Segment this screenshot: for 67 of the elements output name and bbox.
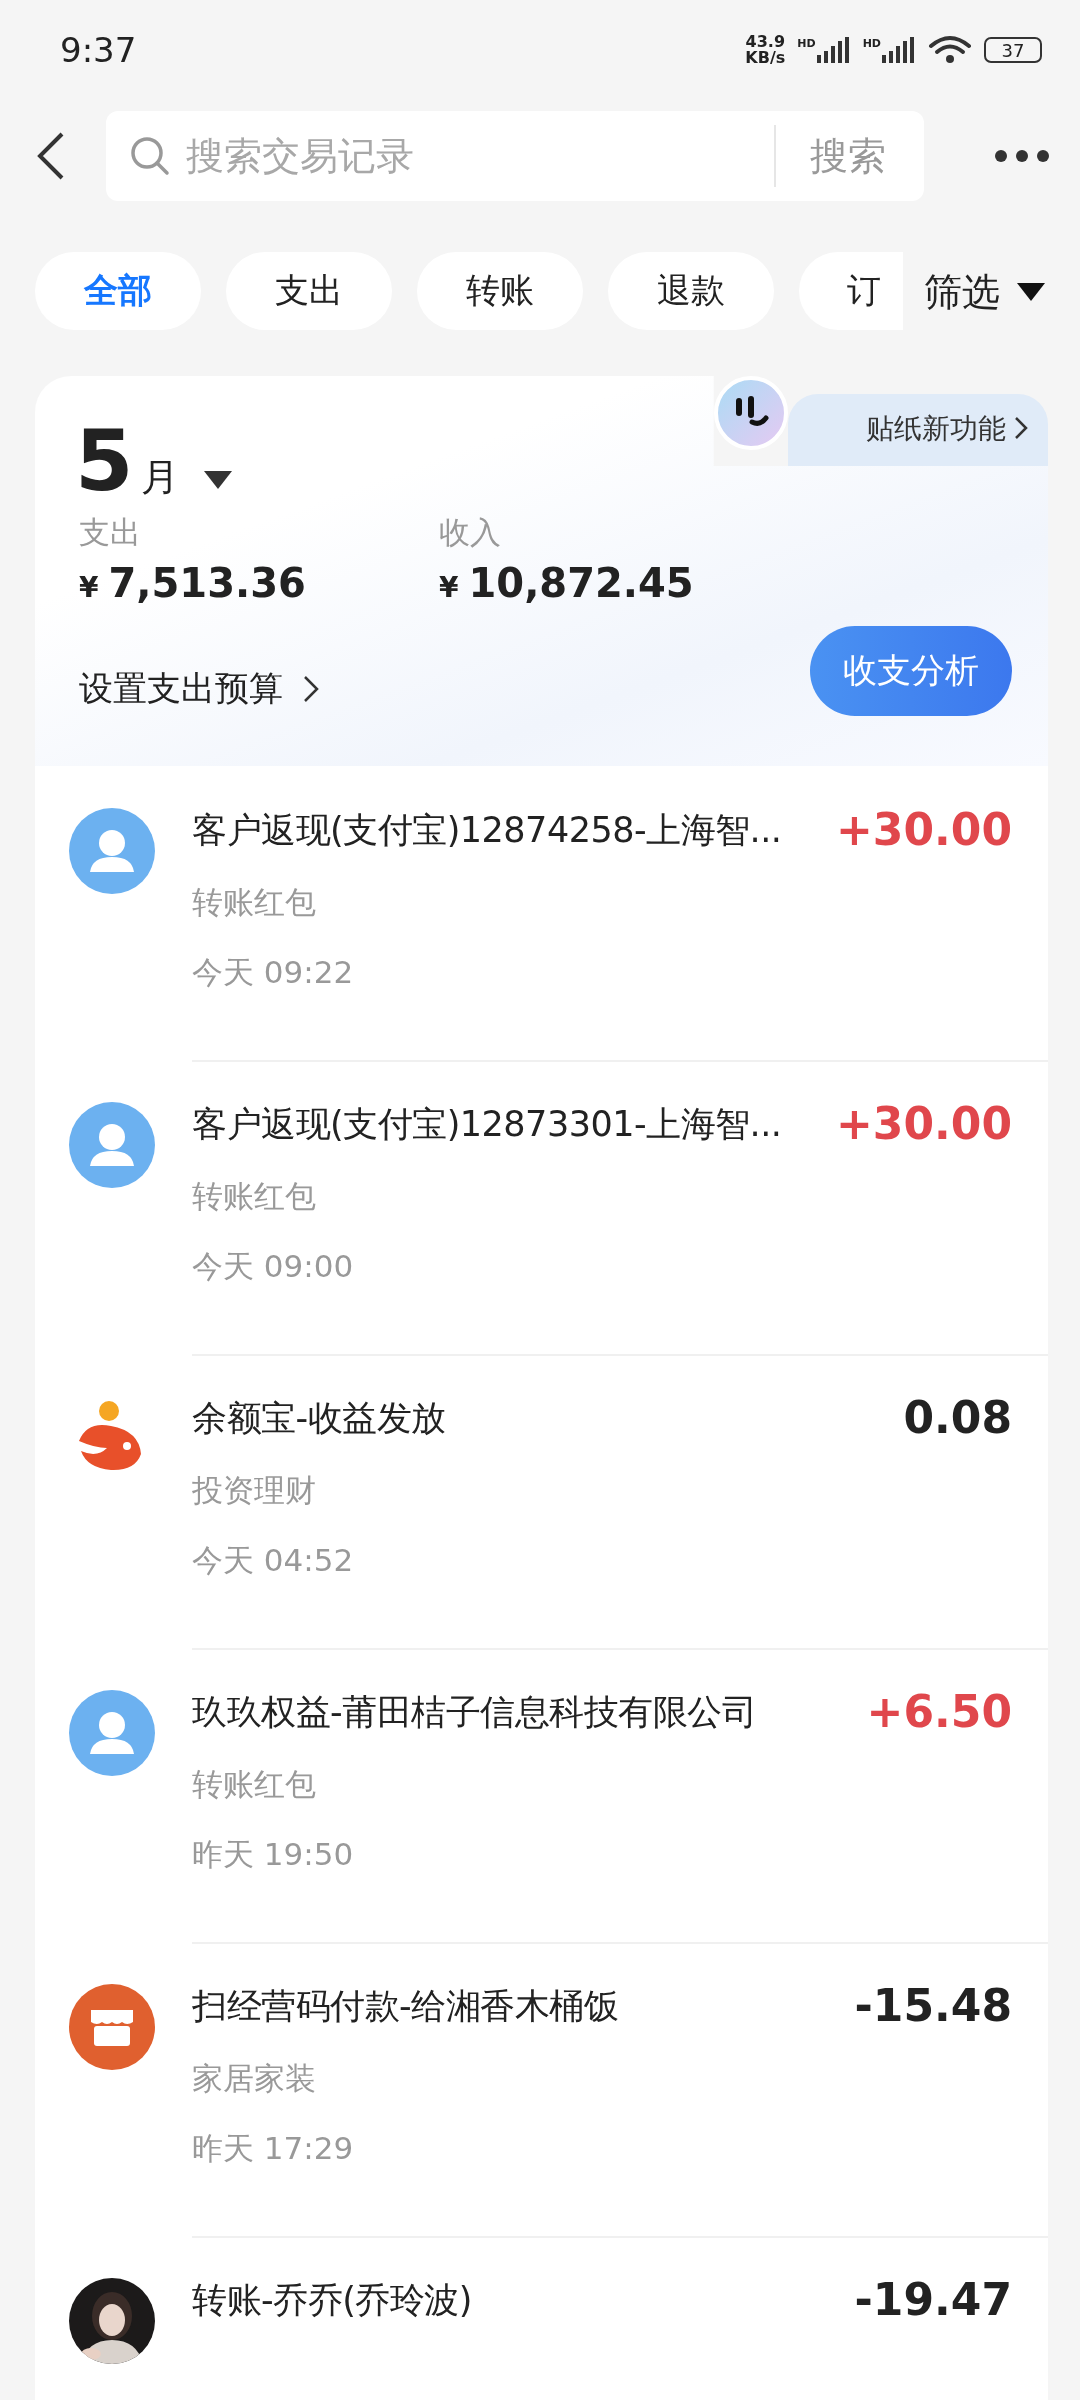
currency-sign: ¥ (439, 571, 459, 604)
transaction-row[interactable]: 转账-乔乔(乔玲波) -19.47 (35, 2236, 1048, 2400)
caret-icon (1016, 282, 1046, 302)
transaction-row[interactable]: 客户返现(支付宝)12874258-上海智... 转账红包 今天 09:22 +30.00 (35, 766, 1048, 1060)
back-icon[interactable] (36, 132, 66, 180)
income-total: 10,872.45 (468, 560, 694, 606)
filter-chip[interactable]: 支出 (226, 252, 392, 330)
transaction-amount: -15.48 (854, 1982, 1012, 2030)
month-unit: 月 (141, 454, 180, 501)
hd-label: HD (797, 37, 816, 50)
transaction-time: 昨天 17:29 (192, 2129, 355, 2168)
transaction-title: 玖玖权益-莆田桔子信息科技有限公司 (192, 1691, 758, 1734)
transaction-row[interactable]: 余额宝-收益发放 投资理财 今天 04:52 0.08 (35, 1354, 1048, 1648)
transaction-amount: +6.50 (866, 1688, 1012, 1736)
expense-total: 7,513.36 (108, 560, 306, 606)
filter-button[interactable]: 筛选 (924, 266, 1000, 318)
filter-chip[interactable]: 订 (799, 252, 903, 330)
signal-icon (816, 37, 851, 63)
transaction-category: 家居家装 (192, 2059, 317, 2098)
month-number: 5 (75, 416, 134, 506)
transaction-time: 今天 09:00 (192, 1247, 355, 1286)
status-time: 9:37 (60, 30, 137, 70)
transaction-row[interactable]: 玖玖权益-莆田桔子信息科技有限公司 转账红包 昨天 19:50 +6.50 (35, 1648, 1048, 1942)
network-speed: 43.9 (745, 34, 786, 50)
analysis-button[interactable]: 收支分析 (810, 626, 1012, 716)
filter-chip[interactable]: 转账 (417, 252, 583, 330)
filter-chip[interactable]: 全部 (35, 252, 201, 330)
transaction-amount: +30.00 (835, 1100, 1012, 1148)
transaction-category: 转账红包 (192, 1765, 317, 1804)
caret-icon[interactable] (203, 470, 234, 490)
transaction-title: 客户返现(支付宝)12873301-上海智... (192, 1103, 783, 1146)
search-icon (130, 136, 170, 176)
chevron-right-icon (1014, 416, 1028, 440)
wifi-icon (928, 34, 972, 66)
promo-text: 贴纸新功能 (866, 411, 1006, 447)
budget-link[interactable]: 设置支出预算 (79, 666, 283, 712)
transaction-time: 今天 04:52 (192, 1541, 355, 1580)
signal-icon (882, 37, 916, 63)
filter-chip[interactable]: 退款 (608, 252, 774, 330)
smiley-sticker-icon (714, 376, 788, 450)
transaction-row[interactable]: 扫经营码付款-给湘香木桶饭 家居家装 昨天 17:29 -15.48 (35, 1942, 1048, 2236)
network-speed-unit: KB/s (745, 50, 786, 66)
hd-label: HD (862, 37, 881, 50)
transaction-title: 扫经营码付款-给湘香木桶饭 (192, 1985, 620, 2028)
transaction-category: 转账红包 (192, 1177, 317, 1216)
chevron-right-icon (303, 675, 319, 703)
user-avatar-icon (69, 808, 155, 894)
transaction-row[interactable]: 客户返现(支付宝)12873301-上海智... 转账红包 今天 09:00 +30.00 (35, 1060, 1048, 1354)
transaction-title: 转账-乔乔(乔玲波) (192, 2279, 473, 2322)
currency-sign: ¥ (79, 571, 99, 604)
battery-level: 37 (1001, 39, 1025, 61)
expense-label: 支出 (79, 513, 142, 552)
transaction-amount: -19.47 (854, 2276, 1012, 2324)
transaction-time: 今天 09:22 (192, 953, 355, 992)
store-avatar-icon (69, 1984, 155, 2070)
promo-banner[interactable]: 贴纸新功能 (788, 394, 1048, 466)
more-icon[interactable] (994, 149, 1050, 163)
transaction-title: 余额宝-收益发放 (192, 1397, 447, 1440)
transaction-amount: 0.08 (903, 1394, 1012, 1442)
transaction-time: 昨天 19:50 (192, 1835, 355, 1874)
transaction-title: 客户返现(支付宝)12874258-上海智... (192, 809, 783, 852)
user-avatar-icon (69, 1102, 155, 1188)
transaction-amount: +30.00 (835, 806, 1012, 854)
transaction-category: 投资理财 (192, 1471, 317, 1510)
user-avatar-icon (69, 1690, 155, 1776)
transaction-category: 转账红包 (192, 883, 317, 922)
income-label: 收入 (439, 513, 502, 552)
